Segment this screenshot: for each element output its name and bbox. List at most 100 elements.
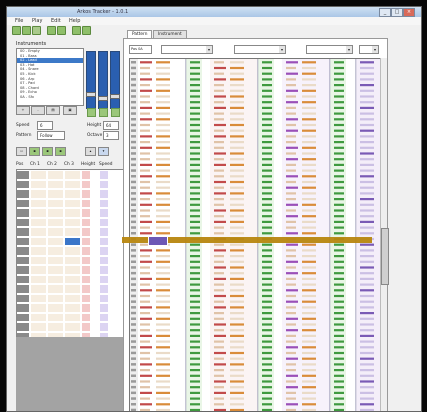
volume-slider-3[interactable] [110, 51, 120, 109]
order-list[interactable] [16, 169, 130, 339]
order-insert-button[interactable]: ▫ [16, 147, 27, 156]
fx-track-select[interactable]: ▾ [359, 45, 379, 54]
volume-slider-1[interactable] [86, 51, 96, 109]
order-row[interactable] [17, 303, 129, 313]
edit-instrument-button[interactable]: ▤ [46, 106, 60, 115]
instr-cell-mark [156, 209, 170, 212]
mute-channel-3-button[interactable] [111, 108, 120, 117]
order-cell [31, 228, 46, 236]
note-cell-mark [286, 391, 296, 394]
instr-cell-mark [156, 357, 170, 360]
record-icon[interactable] [82, 26, 91, 35]
note-cell-mark [214, 294, 226, 298]
instr-cell-mark [230, 243, 244, 246]
instr-cell-mark [230, 175, 244, 178]
order-row[interactable] [17, 246, 129, 256]
instr-cell-mark [156, 266, 170, 269]
maximize-button[interactable]: □ [391, 8, 403, 17]
order-row[interactable] [17, 199, 129, 209]
mute-channel-2-button[interactable] [99, 108, 108, 117]
order-row[interactable] [17, 227, 129, 237]
order-row[interactable] [17, 170, 129, 180]
instr-cell-mark [230, 391, 244, 394]
note-cell-mark [140, 72, 150, 75]
note-cell-mark [286, 220, 296, 223]
height-spinner[interactable]: 64 [103, 121, 119, 130]
order-dup-button[interactable]: ▪ [42, 147, 53, 156]
order-row[interactable] [17, 322, 129, 332]
instr-cell-mark [302, 323, 316, 326]
minimize-button[interactable]: _ [379, 8, 391, 17]
octave-spinner[interactable]: 3 [103, 131, 119, 140]
order-row[interactable] [17, 208, 129, 218]
note-cell-mark [140, 363, 152, 366]
instr-cell-mark [302, 198, 316, 201]
volume-cell-mark [334, 374, 344, 377]
order-cell [17, 228, 29, 236]
volume-cell-mark [262, 129, 272, 132]
delete-instrument-button[interactable]: - [31, 106, 45, 115]
order-row[interactable] [17, 189, 129, 199]
note-cell-mark [214, 312, 224, 315]
menu-help[interactable]: Help [69, 18, 80, 24]
octave-label: Octave [87, 133, 103, 138]
note-cell-mark [286, 317, 298, 320]
track-1-select[interactable]: ▾ [161, 45, 213, 54]
instr-cell-mark [156, 232, 170, 235]
note-cell-mark [286, 408, 296, 411]
volume-cell-mark [334, 209, 344, 212]
note-cell-mark [286, 118, 298, 121]
menu-bar: File Play Edit Help [7, 17, 421, 25]
order-row[interactable] [17, 180, 129, 190]
open-icon[interactable] [22, 26, 31, 35]
menu-play[interactable]: Play [32, 18, 42, 24]
pattern-icon[interactable] [72, 26, 81, 35]
note-cell-mark [140, 272, 150, 275]
track-3-select[interactable]: ▾ [306, 45, 353, 54]
note-cell-mark [286, 106, 296, 109]
follow-mode-select[interactable]: Follow [37, 131, 65, 140]
order-row[interactable] [17, 275, 129, 285]
position-field[interactable]: Pos 0A [129, 45, 152, 54]
order-delete-button[interactable]: ▪ [55, 147, 66, 156]
order-row[interactable] [17, 294, 129, 304]
row-number-mark [131, 163, 136, 167]
mute-channel-1-button[interactable] [87, 108, 96, 117]
volume-cell-mark [190, 277, 200, 280]
instr-cell-mark [156, 403, 170, 406]
speed-spinner[interactable]: 6 [37, 121, 53, 130]
menu-edit[interactable]: Edit [51, 18, 61, 24]
close-button[interactable]: × [403, 8, 415, 17]
order-row[interactable] [17, 313, 129, 323]
note-cell-mark [140, 266, 150, 269]
fx-cell-mark [360, 363, 374, 366]
order-up-button[interactable]: ▴ [85, 147, 96, 156]
play-icon[interactable] [47, 26, 56, 35]
order-header: Pos Ch 1 Ch 2 Ch 3 Height Speed [16, 162, 126, 169]
order-row[interactable] [17, 265, 129, 275]
order-row[interactable] [17, 284, 129, 294]
row-number-mark [131, 277, 136, 281]
volume-slider-2[interactable] [98, 51, 108, 109]
pattern-grid[interactable] [129, 58, 381, 411]
pattern-scrollbar[interactable] [380, 58, 389, 411]
order-cell [17, 275, 29, 283]
menu-file[interactable]: File [15, 18, 23, 24]
order-row[interactable] [17, 218, 129, 228]
order-row[interactable] [17, 256, 129, 266]
order-add-button[interactable]: ▪ [29, 147, 40, 156]
track-2-select[interactable]: ▾ [234, 45, 286, 54]
pattern-scroll-thumb[interactable] [381, 228, 389, 285]
order-down-button[interactable]: ▾ [98, 147, 109, 156]
stop-icon[interactable] [57, 26, 66, 35]
copy-instrument-button[interactable]: ▣ [63, 106, 77, 115]
add-instrument-button[interactable]: + [16, 106, 30, 115]
save-icon[interactable] [32, 26, 41, 35]
instrument-item[interactable]: 0A - Sfx [17, 95, 83, 100]
instrument-list[interactable]: 00 - Empty 01 - Bass 02 - Lead 03 - Hat 04 -… [16, 48, 84, 106]
volume-cell-mark [262, 118, 272, 121]
order-cell [65, 171, 80, 179]
volume-cell-mark [262, 306, 272, 309]
order-row[interactable] [17, 237, 129, 247]
new-icon[interactable] [12, 26, 21, 35]
